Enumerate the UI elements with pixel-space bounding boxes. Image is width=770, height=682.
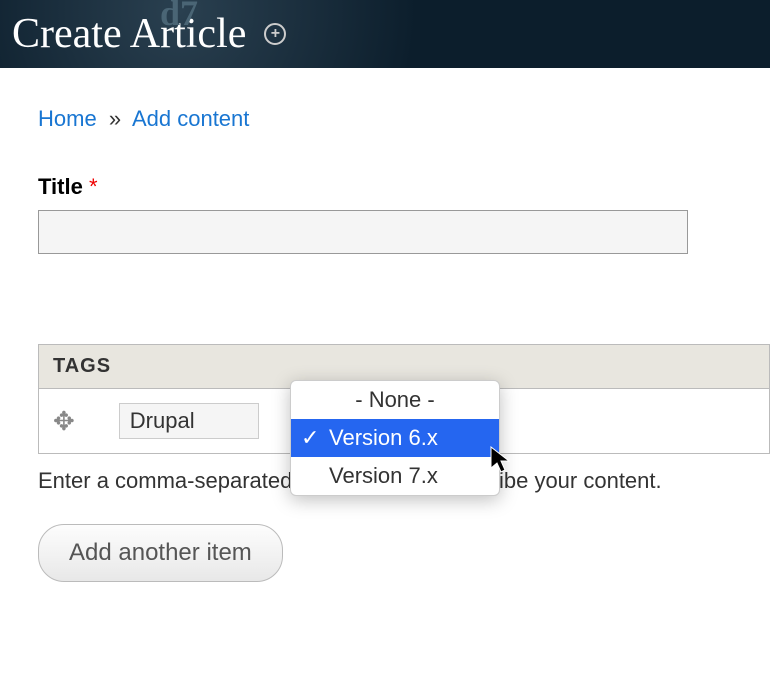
breadcrumb-separator: » [109, 106, 121, 131]
breadcrumb-add-content[interactable]: Add content [132, 106, 249, 131]
dropdown-option-v6-label: Version 6.x [329, 425, 438, 450]
drag-handle-icon[interactable]: ✥ [53, 406, 75, 437]
title-label: Title * [38, 174, 732, 200]
title-label-text: Title [38, 174, 83, 199]
page-header: d7 Create Article + [0, 0, 770, 68]
plus-icon[interactable]: + [264, 23, 286, 45]
tag-input[interactable] [119, 403, 259, 439]
check-icon: ✓ [301, 425, 319, 451]
add-another-item-button[interactable]: Add another item [38, 524, 283, 582]
header-decor: d7 [160, 0, 198, 34]
version-dropdown[interactable]: - None - ✓ Version 6.x Version 7.x [290, 380, 500, 496]
page-title: Create Article [12, 10, 246, 58]
breadcrumb-home[interactable]: Home [38, 106, 97, 131]
content-region: Home » Add content Title * TAGS ✥ Enter … [0, 68, 770, 582]
title-input[interactable] [38, 210, 688, 254]
dropdown-option-none[interactable]: - None - [291, 381, 499, 419]
dropdown-option-v6[interactable]: ✓ Version 6.x [291, 419, 499, 457]
dropdown-option-v7[interactable]: Version 7.x [291, 457, 499, 495]
breadcrumb: Home » Add content [38, 106, 732, 132]
required-marker: * [89, 174, 98, 199]
